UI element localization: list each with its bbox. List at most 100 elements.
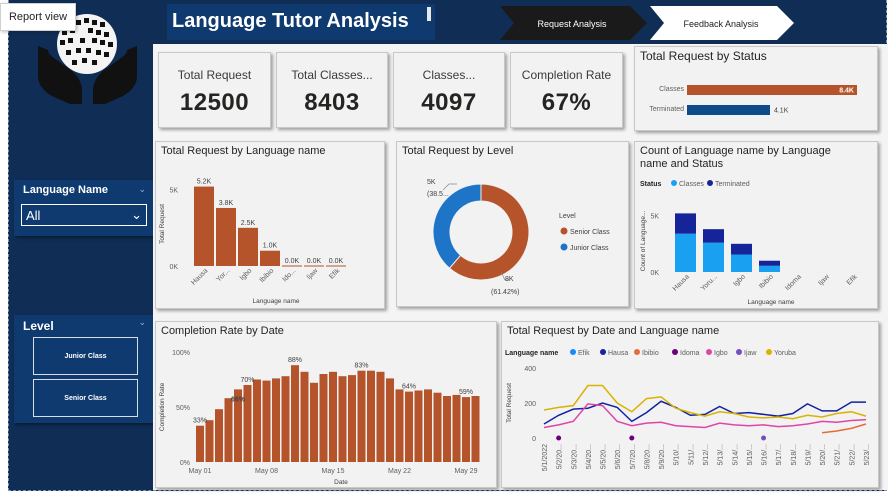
date-lang-legend-swatch [736, 349, 742, 355]
language-bar [238, 227, 258, 266]
completion-bar [443, 396, 451, 462]
page-title: Language Tutor Analysis [167, 4, 435, 40]
report-view-chip[interactable]: Report view [0, 3, 76, 31]
completion-data-label: 70% [240, 377, 254, 384]
date-lang-legend-label: Efik [578, 350, 590, 357]
date-lang-legend-swatch [766, 349, 772, 355]
level-senior-class-button[interactable]: Senior Class [33, 379, 138, 417]
y-axis-title: Total Request [159, 204, 166, 244]
x-axis-title: Language name [748, 299, 795, 306]
level-senior-label: Senior Class [64, 394, 107, 402]
x-tick-label: May 15 [322, 468, 345, 475]
completion-data-label: 33% [193, 418, 207, 425]
status-chart-card: Total Request by Status Classes 8.4K Termi… [634, 46, 878, 131]
completion-bar [319, 374, 328, 462]
y-tick-label: 5K [169, 188, 178, 195]
level-legend-label: Junior Class [570, 245, 609, 252]
completion-bar [386, 378, 394, 462]
lang-status-legend-label: Terminated [715, 181, 750, 188]
y-axis-title: Total Request [506, 383, 513, 423]
y-axis-title: Completion Rate [159, 382, 166, 431]
lang-status-chart-title: Count of Language name by Language name … [640, 145, 831, 170]
lang-status-bar-segment [675, 233, 696, 272]
completion-bar [291, 365, 299, 462]
x-axis-title: Date [334, 479, 348, 486]
nav-feedback-analysis-button[interactable]: Feedback Analysis [650, 6, 795, 40]
x-tick-label: 5/9/20... [659, 444, 666, 469]
completion-bar [272, 378, 280, 462]
level-junior-class-button[interactable]: Junior Class [33, 337, 138, 375]
completion-bar [348, 375, 356, 462]
y-tick-label: 100% [172, 350, 190, 357]
kpi-label: Total Request [177, 68, 252, 82]
kpi-label: Classes... [422, 68, 476, 82]
lang-status-bar-segment [703, 242, 724, 272]
status-chart: Classes 8.4K Terminated 4.1K [649, 85, 857, 115]
title-cursor [427, 7, 431, 21]
y-tick-label: 200 [524, 401, 536, 408]
completion-bar [471, 396, 480, 462]
level-chart: 8K (61.42%) 5K (38.5... Level Senior Class Jun… [427, 179, 610, 296]
x-tick-label: 5/13/... [718, 444, 725, 465]
level-data-label: 8K [505, 276, 514, 283]
completion-bar [424, 389, 432, 462]
date-lang-point [629, 435, 635, 441]
language-data-label: 0.0K [329, 258, 344, 265]
x-tick-label: May 29 [455, 468, 478, 475]
nav-request-analysis-label: Request Analysis [537, 19, 607, 29]
x-tick-label: 5/1/2022 [542, 444, 549, 471]
lang-status-bar-segment [759, 265, 780, 272]
lang-status-bar-segment [759, 260, 780, 266]
language-bar [260, 250, 280, 266]
completion-bar [205, 420, 214, 462]
chevron-down-icon: ⌄ [131, 207, 142, 222]
completion-data-label: 83% [354, 363, 368, 370]
completion-data-label: 64% [402, 384, 416, 391]
completion-bar [224, 398, 233, 462]
date-lang-chart: Language name Efik Hausa Ibibio Idoma Igbo Ija… [505, 349, 871, 471]
x-tick-label: 5/11/... [688, 444, 695, 465]
x-tick-label: 5/21/... [835, 444, 842, 465]
x-tick-label: Efik [846, 273, 860, 287]
level-legend-swatch [560, 243, 568, 251]
status-category-label: Classes [659, 86, 684, 93]
kpi-label: Completion Rate [521, 68, 612, 82]
x-tick-label: 5/7/20... [630, 444, 637, 469]
language-data-label: 2.5K [241, 220, 256, 227]
x-tick-label: 5/3/20... [571, 444, 578, 469]
x-tick-label: 5/15/... [747, 444, 754, 465]
y-tick-label: 400 [524, 366, 536, 373]
completion-data-label: 59% [459, 389, 473, 396]
nav-request-analysis-button[interactable]: Request Analysis [500, 6, 648, 40]
completion-bar [462, 397, 470, 462]
x-tick-label: Ido... [281, 267, 297, 283]
completion-data-label: 66% [231, 396, 246, 403]
date-lang-legend-label: Ijaw [744, 350, 757, 357]
completion-bar [367, 370, 375, 462]
x-tick-label: 5/19/... [805, 444, 812, 465]
language-dropdown[interactable]: All ⌄ [21, 204, 147, 226]
y-tick-label: 0% [180, 460, 190, 467]
date-lang-legend-label: Igbo [714, 350, 728, 357]
status-category-label: Terminated [649, 106, 684, 113]
completion-chart-title: Completion Rate by Date [161, 325, 284, 337]
completion-bar [414, 390, 423, 462]
level-data-label: 5K [427, 179, 436, 186]
level-legend-label: Senior Class [570, 229, 610, 236]
language-data-label: 3.8K [219, 200, 234, 207]
completion-bar [452, 394, 461, 462]
language-bar [194, 186, 214, 266]
x-tick-label: 5/12/... [703, 444, 710, 465]
language-chart-title: Total Request by Language name [161, 145, 326, 157]
lang-status-bar-segment [731, 243, 752, 255]
lang-status-legend-swatch [707, 180, 713, 186]
x-tick-label: 5/6/20... [615, 444, 622, 469]
language-slicer: Language Name ⌄ All ⌄ [14, 180, 154, 236]
level-chart-card: Total Request by Level 8K (61.42%) 5K (38.5… [396, 141, 629, 307]
language-data-label: 0.0K [307, 258, 322, 265]
kpi-value: 12500 [179, 89, 250, 116]
x-tick-label: May 01 [189, 468, 212, 475]
level-legend-title: Level [559, 213, 576, 220]
x-tick-label: Ijaw [817, 273, 831, 287]
kpi-card-classes: Classes... 4097 [393, 52, 505, 128]
